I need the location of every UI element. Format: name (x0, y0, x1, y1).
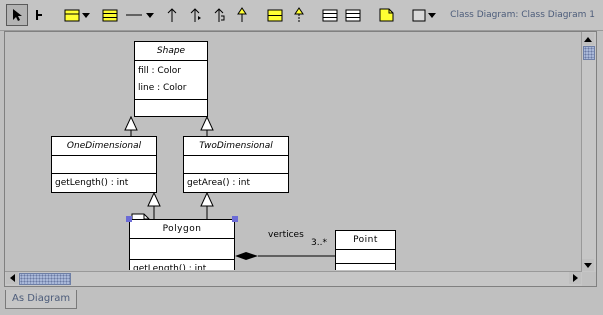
fill-color-dropdown-button[interactable] (426, 5, 438, 25)
chevron-down-icon (146, 12, 154, 18)
composition-diamond[interactable] (235, 252, 258, 260)
realization-arrow-icon (294, 7, 304, 22)
class-name: OneDimensional (52, 137, 156, 156)
class-name: Shape (135, 42, 207, 61)
realization-tool-button[interactable] (289, 5, 309, 25)
vertical-scroll-thumb[interactable] (583, 46, 595, 60)
operation: getLength() : int (55, 178, 129, 188)
operation-compartment: getLength() : int (52, 174, 156, 193)
selection-handle[interactable] (126, 216, 132, 222)
selection-handle[interactable] (232, 216, 238, 222)
compartment-icon (322, 9, 338, 21)
class-icon (64, 9, 80, 21)
class-name: Polygon (130, 220, 234, 239)
association-arrow-icon (167, 8, 177, 22)
horizontal-scrollbar[interactable] (5, 271, 582, 286)
scrollbar-corner (582, 272, 596, 286)
arrow-down-icon (584, 262, 592, 268)
interface-icon (267, 9, 283, 21)
operation: getArea() : int (187, 178, 250, 188)
shape-fill-icon (412, 9, 426, 21)
class-shape[interactable]: Shape fill : Color line : Color (134, 41, 208, 117)
tab-as-diagram[interactable]: As Diagram (5, 290, 78, 309)
generalization-tool-button[interactable] (232, 5, 252, 25)
cursor-arrow-icon (13, 9, 22, 21)
line-dropdown-button[interactable] (144, 5, 156, 25)
generalization-arrowhead[interactable] (200, 191, 214, 207)
attribute-compartment (184, 156, 288, 174)
operation-compartment: getLength() : int (130, 260, 234, 270)
diagram-canvas[interactable]: Shape fill : Color line : Color OneDimen… (6, 33, 583, 270)
class-one-dimensional[interactable]: OneDimensional getLength() : int (51, 136, 157, 193)
diagram-view: Shape fill : Color line : Color OneDimen… (4, 31, 597, 287)
interface-tool-button[interactable] (265, 5, 285, 25)
toolbar: Class Diagram: Class Diagram 1 (0, 0, 603, 31)
association-role-label: vertices (268, 230, 304, 240)
composition-arrow-icon (190, 8, 201, 22)
class-tool-button[interactable] (62, 5, 82, 25)
generalization-arrowhead[interactable] (124, 115, 138, 131)
chevron-down-icon (428, 12, 436, 18)
attribute-compartment: fill : Color line : Color (135, 61, 207, 100)
composition-tool-button[interactable] (186, 5, 206, 25)
class-two-dimensional[interactable]: TwoDimensional getArea() : int (183, 136, 289, 193)
scroll-down-button[interactable] (582, 259, 594, 271)
generalization-arrowhead[interactable] (200, 115, 214, 131)
broom-tool-button[interactable] (29, 5, 49, 25)
view-tabs: As Diagram (0, 287, 603, 315)
compartment-icon (345, 9, 361, 21)
arrow-left-icon (9, 274, 15, 282)
vertical-scrollbar[interactable] (581, 32, 596, 272)
arrow-right-icon (572, 274, 578, 282)
window-title: Class Diagram: Class Diagram 1 (450, 10, 595, 20)
chevron-down-icon (82, 12, 90, 18)
attribute: fill : Color (138, 66, 181, 76)
note-icon (379, 8, 393, 22)
operation-compartment-button[interactable] (343, 5, 363, 25)
attribute-compartment-icon (102, 9, 118, 21)
class-name: Point (336, 231, 395, 250)
class-name: TwoDimensional (184, 137, 288, 156)
attribute-compartment (52, 156, 156, 174)
class-dropdown-button[interactable] (80, 5, 92, 25)
arrow-up-icon (584, 36, 592, 42)
operation-compartment (336, 264, 395, 270)
broom-icon (36, 10, 42, 20)
dependency-arrow-icon (214, 8, 225, 22)
attribute-compartment (336, 250, 395, 264)
dependency-tool-button[interactable] (210, 5, 230, 25)
attribute-tool-button[interactable] (100, 5, 120, 25)
note-tool-button[interactable] (376, 5, 396, 25)
scroll-right-button[interactable] (569, 272, 581, 284)
operation-compartment (135, 100, 207, 117)
horizontal-scroll-thumb[interactable] (19, 273, 71, 285)
attribute: line : Color (138, 83, 187, 93)
scroll-up-button[interactable] (582, 33, 594, 45)
attribute-compartment (130, 239, 234, 260)
interface-compartment-button[interactable] (320, 5, 340, 25)
line-icon (126, 14, 142, 16)
generalization-arrow-icon (237, 7, 247, 22)
association-tool-button[interactable] (162, 5, 182, 25)
operation-compartment: getArea() : int (184, 174, 288, 193)
select-tool-button[interactable] (6, 4, 28, 26)
line-tool-button[interactable] (124, 5, 144, 25)
scroll-left-button[interactable] (6, 272, 18, 284)
association-multiplicity-label: 3..* (311, 238, 327, 248)
class-point[interactable]: Point (335, 230, 396, 270)
operation: getLength() : int (133, 264, 207, 270)
generalization-arrowhead[interactable] (147, 191, 161, 207)
class-polygon[interactable]: Polygon getLength() : int (129, 219, 235, 270)
